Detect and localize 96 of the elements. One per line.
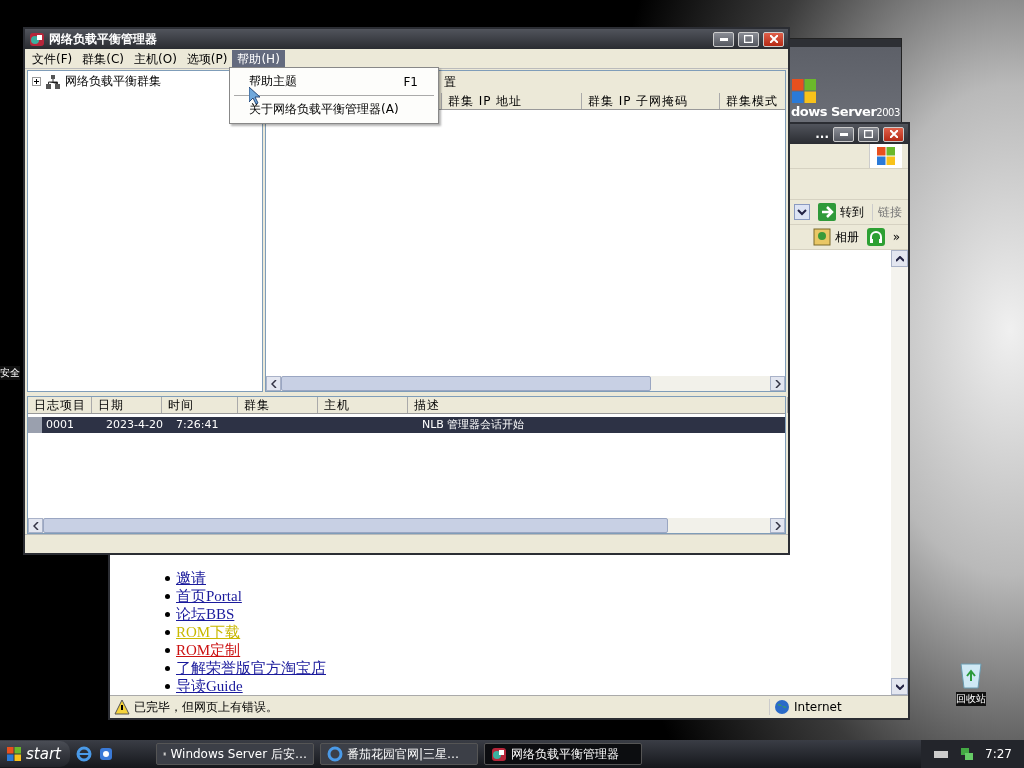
page-link[interactable]: 论坛BBS — [176, 605, 235, 623]
column-header[interactable]: 描述 — [408, 397, 788, 413]
table-cell-text: NLB 管理器会话开始 — [421, 417, 526, 433]
menu-item[interactable]: 群集(C) — [77, 49, 129, 68]
column-header[interactable]: 群集模式 — [720, 93, 785, 109]
scrollbar-thumb[interactable] — [43, 518, 668, 533]
log-row[interactable]: 0001 2023-4-20 7:26:41 NLB 管理器会话开始 — [28, 417, 785, 433]
headphones-icon[interactable] — [866, 228, 885, 246]
warning-icon — [114, 699, 130, 715]
maximize-icon — [744, 35, 753, 43]
windows-logo-icon — [876, 146, 896, 166]
start-button[interactable]: start — [0, 741, 70, 767]
minimize-icon — [839, 132, 848, 136]
chevron-up-icon — [895, 255, 904, 262]
page-link[interactable]: 导读Guide — [176, 677, 243, 695]
app-icon — [491, 746, 507, 762]
expand-icon[interactable] — [32, 77, 41, 86]
maximize-button[interactable] — [738, 31, 759, 47]
table-cell-text: 7:26:41 — [175, 417, 220, 433]
column-header[interactable]: 时间 — [162, 397, 238, 413]
chevron-left-icon — [32, 521, 39, 530]
app-shortcut-icon[interactable] — [98, 746, 114, 762]
go-button[interactable]: 转到 — [816, 203, 866, 221]
close-button[interactable] — [763, 31, 784, 47]
desktop-icon-label[interactable]: 回收站 — [956, 692, 986, 706]
scroll-right-button[interactable] — [770, 376, 785, 391]
scroll-up-button[interactable] — [891, 250, 908, 267]
taskbar-button[interactable]: 番茄花园官网|三星… — [320, 743, 478, 765]
page-link[interactable]: 了解荣誉版官方淘宝店 — [176, 659, 326, 677]
taskbar-button[interactable]: 网络负载平衡管理器 — [484, 743, 642, 765]
browser-icon — [327, 746, 343, 762]
chevron-down-icon — [895, 683, 904, 690]
bullet-icon — [165, 611, 170, 617]
page-link[interactable]: 邀请 — [176, 569, 206, 587]
links-label: 链接 — [872, 203, 902, 221]
close-icon — [769, 35, 778, 43]
menu-item[interactable]: 帮助(H) — [232, 49, 285, 68]
bullet-icon — [165, 665, 170, 671]
page-link[interactable]: ROM定制 — [176, 641, 241, 659]
more-button[interactable]: » — [890, 230, 902, 244]
scroll-left-button[interactable] — [28, 518, 43, 533]
shortcut-text: F1 — [403, 74, 418, 89]
table-cell-text: 2023-4-20 — [105, 417, 164, 433]
scroll-down-button[interactable] — [891, 678, 908, 695]
network-icon — [45, 73, 61, 90]
zone-text: Internet — [794, 700, 842, 714]
menu-entry[interactable]: 帮助主题 F1 — [230, 71, 438, 92]
column-header[interactable]: 主机 — [318, 397, 408, 413]
album-button[interactable]: 相册 — [810, 228, 861, 246]
windows-logo-icon — [6, 746, 22, 762]
menu-entry[interactable]: 关于网络负载平衡管理器(A) — [230, 99, 438, 120]
page-link[interactable]: 首页Portal — [176, 587, 242, 605]
banner-text: dows Server2003 — [791, 104, 900, 119]
column-header[interactable]: 群集 — [238, 397, 318, 413]
menu-item[interactable]: 选项(P) — [181, 49, 233, 68]
pane-caption: 置 — [444, 73, 456, 91]
bullet-icon — [165, 593, 170, 599]
browser-icon[interactable] — [76, 746, 92, 762]
scroll-left-button[interactable] — [266, 376, 281, 391]
picture-icon — [812, 228, 831, 246]
taskbar-button[interactable]: Windows Server 后安… — [156, 743, 314, 765]
chevron-left-icon — [270, 379, 277, 388]
close-button[interactable] — [883, 126, 904, 142]
tree-item[interactable]: 网络负载平衡群集 — [65, 73, 161, 90]
mouse-cursor-icon — [249, 87, 260, 104]
minimize-button[interactable] — [833, 126, 854, 142]
chevron-right-icon — [774, 379, 781, 388]
window-title: ... — [814, 127, 829, 141]
arrow-right-icon — [818, 203, 836, 221]
desktop-icon-label[interactable]: 安全 — [0, 366, 20, 380]
bullet-icon — [165, 629, 170, 635]
bullet-icon — [165, 575, 170, 581]
minimize-button[interactable] — [713, 31, 734, 47]
column-header[interactable]: 日志项目 — [28, 397, 92, 413]
app-icon — [29, 31, 45, 47]
column-header[interactable]: 群集 IP 子网掩码 — [582, 93, 720, 109]
column-header[interactable]: 群集 IP 地址 — [442, 93, 582, 109]
clock: 7:27 — [985, 747, 1012, 761]
table-cell-text: 0001 — [45, 417, 75, 433]
window-title: 网络负载平衡管理器 — [49, 30, 158, 48]
maximize-button[interactable] — [858, 126, 879, 142]
maximize-icon — [864, 130, 873, 138]
minimize-icon — [719, 37, 728, 41]
globe-icon — [774, 699, 790, 715]
column-header[interactable]: 日期 — [92, 397, 162, 413]
windows-logo-icon — [791, 78, 817, 104]
bullet-icon — [165, 647, 170, 653]
bullet-icon — [165, 683, 170, 689]
scrollbar-thumb[interactable] — [281, 376, 651, 391]
menu-item[interactable]: 主机(O) — [129, 49, 182, 68]
menu-item[interactable]: 文件(F) — [27, 49, 78, 68]
network-status-icon — [959, 746, 976, 762]
status-text: 已完毕，但网页上有错误。 — [134, 698, 278, 716]
scroll-right-button[interactable] — [770, 518, 785, 533]
chevron-right-icon — [774, 521, 781, 530]
close-icon — [889, 130, 898, 138]
